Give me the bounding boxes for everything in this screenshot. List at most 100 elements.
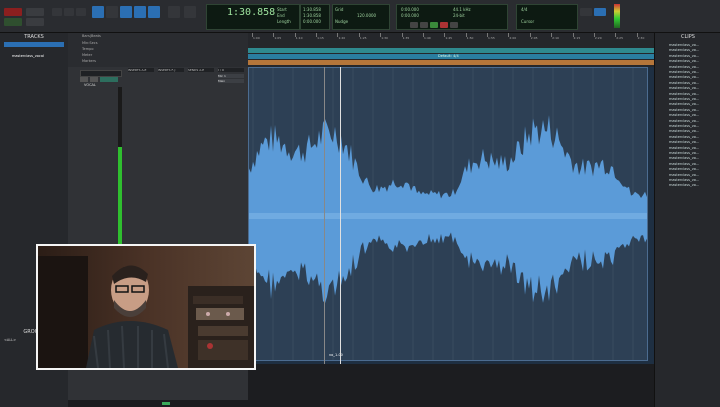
- master-meter: [614, 4, 620, 28]
- meter-bar: Default: 4/4: [248, 54, 654, 59]
- clip-list-item[interactable]: masterclass_vo...: [669, 70, 699, 75]
- ruler-tick-label: 1:30: [381, 36, 388, 40]
- clip-list-item[interactable]: masterclass_vo...: [669, 48, 699, 53]
- mute-button[interactable]: [90, 77, 98, 82]
- clip-list-item[interactable]: masterclass_vo...: [669, 75, 699, 80]
- clip-list-item[interactable]: masterclass_vo...: [669, 54, 699, 59]
- length-label: Length: [277, 19, 291, 24]
- io-input-selector[interactable]: Mic 1: [218, 74, 244, 78]
- track-list-item[interactable]: masterclass_vocal: [4, 42, 64, 58]
- ruler-tick-label: 1:05: [274, 36, 282, 40]
- ruler-ticks: 1:00 1:05 1:10 1:15 1:20 1:25 1:30 1:35 1:40 1:45…: [248, 33, 654, 45]
- ruler-tick-label: 1:55: [488, 36, 495, 40]
- ruler-tick-label: 2:15: [573, 36, 581, 40]
- zoomer-tool-icon[interactable]: [106, 6, 118, 18]
- rate-value: 44.1 kHz: [453, 7, 471, 12]
- group-item[interactable]: <ALL>: [4, 338, 16, 342]
- clip-list-item[interactable]: masterclass_vo...: [669, 124, 699, 129]
- clip-list-item[interactable]: masterclass_vo...: [669, 59, 699, 64]
- grid-button[interactable]: [26, 18, 44, 26]
- main-counter-value: 1:30.858: [227, 7, 276, 18]
- clip-list-item[interactable]: masterclass_vo...: [669, 86, 699, 91]
- ruler-row-tempo: Tempo: [82, 47, 94, 51]
- clip-list-item[interactable]: masterclass_vo...: [669, 167, 699, 172]
- track-list-label: masterclass_vocal: [12, 54, 44, 58]
- pencil-tool-icon[interactable]: [184, 6, 196, 18]
- record-mode-button[interactable]: [4, 8, 22, 16]
- main-counter[interactable]: 1:30.858 Start End Length: [206, 4, 300, 30]
- slip-button[interactable]: [26, 8, 44, 16]
- stop-button[interactable]: [420, 22, 428, 28]
- scroll-thumb[interactable]: [162, 402, 170, 405]
- clip-list-item[interactable]: masterclass_vo...: [669, 119, 699, 124]
- end-label: End: [277, 13, 285, 18]
- zoom-button-3[interactable]: [76, 8, 86, 16]
- ruler-tick-label: 2:00: [509, 36, 517, 40]
- clip-list-item[interactable]: masterclass_vo...: [669, 97, 699, 102]
- record-button[interactable]: [440, 22, 448, 28]
- clip-list-item[interactable]: masterclass_vo...: [669, 162, 699, 167]
- clip-list-item[interactable]: masterclass_vo...: [669, 108, 699, 113]
- selector-tool-icon[interactable]: [134, 6, 146, 18]
- rewind-button[interactable]: [410, 22, 418, 28]
- start-label: Start: [277, 7, 287, 12]
- pre-roll-value: 0:00.000: [401, 7, 419, 12]
- edit-button[interactable]: [594, 8, 606, 16]
- ruler-tick-label: 1:20: [338, 36, 346, 40]
- zoom-button-1[interactable]: [52, 8, 62, 16]
- clip-list-item[interactable]: masterclass_vo...: [669, 178, 699, 183]
- ruler-row-minsecs: Min:Secs: [82, 41, 98, 45]
- audio-clip[interactable]: vo_1-00: [248, 67, 648, 361]
- clip-list-item[interactable]: masterclass_vo...: [669, 92, 699, 97]
- ruler-tick-label: 2:10: [552, 36, 559, 40]
- clip-list-item[interactable]: masterclass_vo...: [669, 183, 699, 188]
- waveform-shape: [249, 115, 647, 304]
- shuffle-button[interactable]: [4, 18, 22, 26]
- clip-list-item[interactable]: masterclass_vo...: [669, 43, 699, 48]
- trim-tool-icon[interactable]: [120, 6, 132, 18]
- loop-button[interactable]: [450, 22, 458, 28]
- solo-button[interactable]: [80, 77, 88, 82]
- playlist-button[interactable]: [100, 77, 118, 82]
- ruler-tick-label: 1:45: [445, 36, 453, 40]
- selection-values[interactable]: 1:30.858 1:30.858 0:00.000: [300, 4, 330, 30]
- track-name-box[interactable]: VOCAL: [80, 70, 122, 87]
- clip-list-item[interactable]: masterclass_vo...: [669, 173, 699, 178]
- ruler-tick-label: 2:20: [594, 36, 602, 40]
- clip-list-item[interactable]: masterclass_vo...: [669, 156, 699, 161]
- io-output-selector[interactable]: Main: [218, 79, 244, 83]
- zoom-button-2[interactable]: [64, 8, 74, 16]
- meter-display[interactable]: 4/4 Cursor: [516, 4, 578, 30]
- smart-tool-button[interactable]: [92, 6, 104, 18]
- grabber-tool-icon[interactable]: [148, 6, 160, 18]
- clip-list-item[interactable]: masterclass_vo...: [669, 129, 699, 134]
- default-meter-label: Default: 4/4: [438, 54, 459, 58]
- edit-playlist[interactable]: vo_1-00: [248, 67, 654, 364]
- ruler-tick-label: 1:25: [359, 36, 367, 40]
- io-header: I / O: [218, 68, 244, 72]
- end-value: 1:30.858: [303, 13, 321, 18]
- cursor-label: Cursor: [521, 19, 535, 24]
- tempo-display[interactable]: Grid Nudge 120.0000: [332, 4, 390, 30]
- ruler-tick-label: 1:00: [253, 36, 260, 40]
- clip-list-item[interactable]: masterclass_vo...: [669, 65, 699, 70]
- clip-list-item[interactable]: masterclass_vo...: [669, 140, 699, 145]
- start-value: 1:30.858: [303, 7, 321, 12]
- clip-list-item[interactable]: masterclass_vo...: [669, 81, 699, 86]
- clip-list-item[interactable]: masterclass_vo...: [669, 135, 699, 140]
- bottom-scrollbar[interactable]: [68, 400, 654, 407]
- play-button[interactable]: [430, 22, 438, 28]
- playhead-line[interactable]: [340, 67, 341, 364]
- clip-list-item[interactable]: masterclass_vo...: [669, 151, 699, 156]
- ruler-tick-label: 1:10: [295, 36, 303, 40]
- tempo-value: 120.0000: [357, 13, 377, 18]
- clip-list-item[interactable]: masterclass_vo...: [669, 102, 699, 107]
- scrubber-tool-icon[interactable]: [168, 6, 180, 18]
- clip-list-item[interactable]: masterclass_vo...: [669, 146, 699, 151]
- ruler-row-markers: Markers: [82, 59, 96, 63]
- mix-button[interactable]: [580, 8, 592, 16]
- ruler-tick-label: 1:15: [317, 36, 324, 40]
- timeline-ruler[interactable]: 1:00 1:05 1:10 1:15 1:20 1:25 1:30 1:35 1:40 1:45…: [248, 33, 654, 67]
- clip-list-item[interactable]: masterclass_vo...: [669, 113, 699, 118]
- clips-panel: CLIPS masterclass_vo... masterclass_vo...…: [654, 33, 720, 407]
